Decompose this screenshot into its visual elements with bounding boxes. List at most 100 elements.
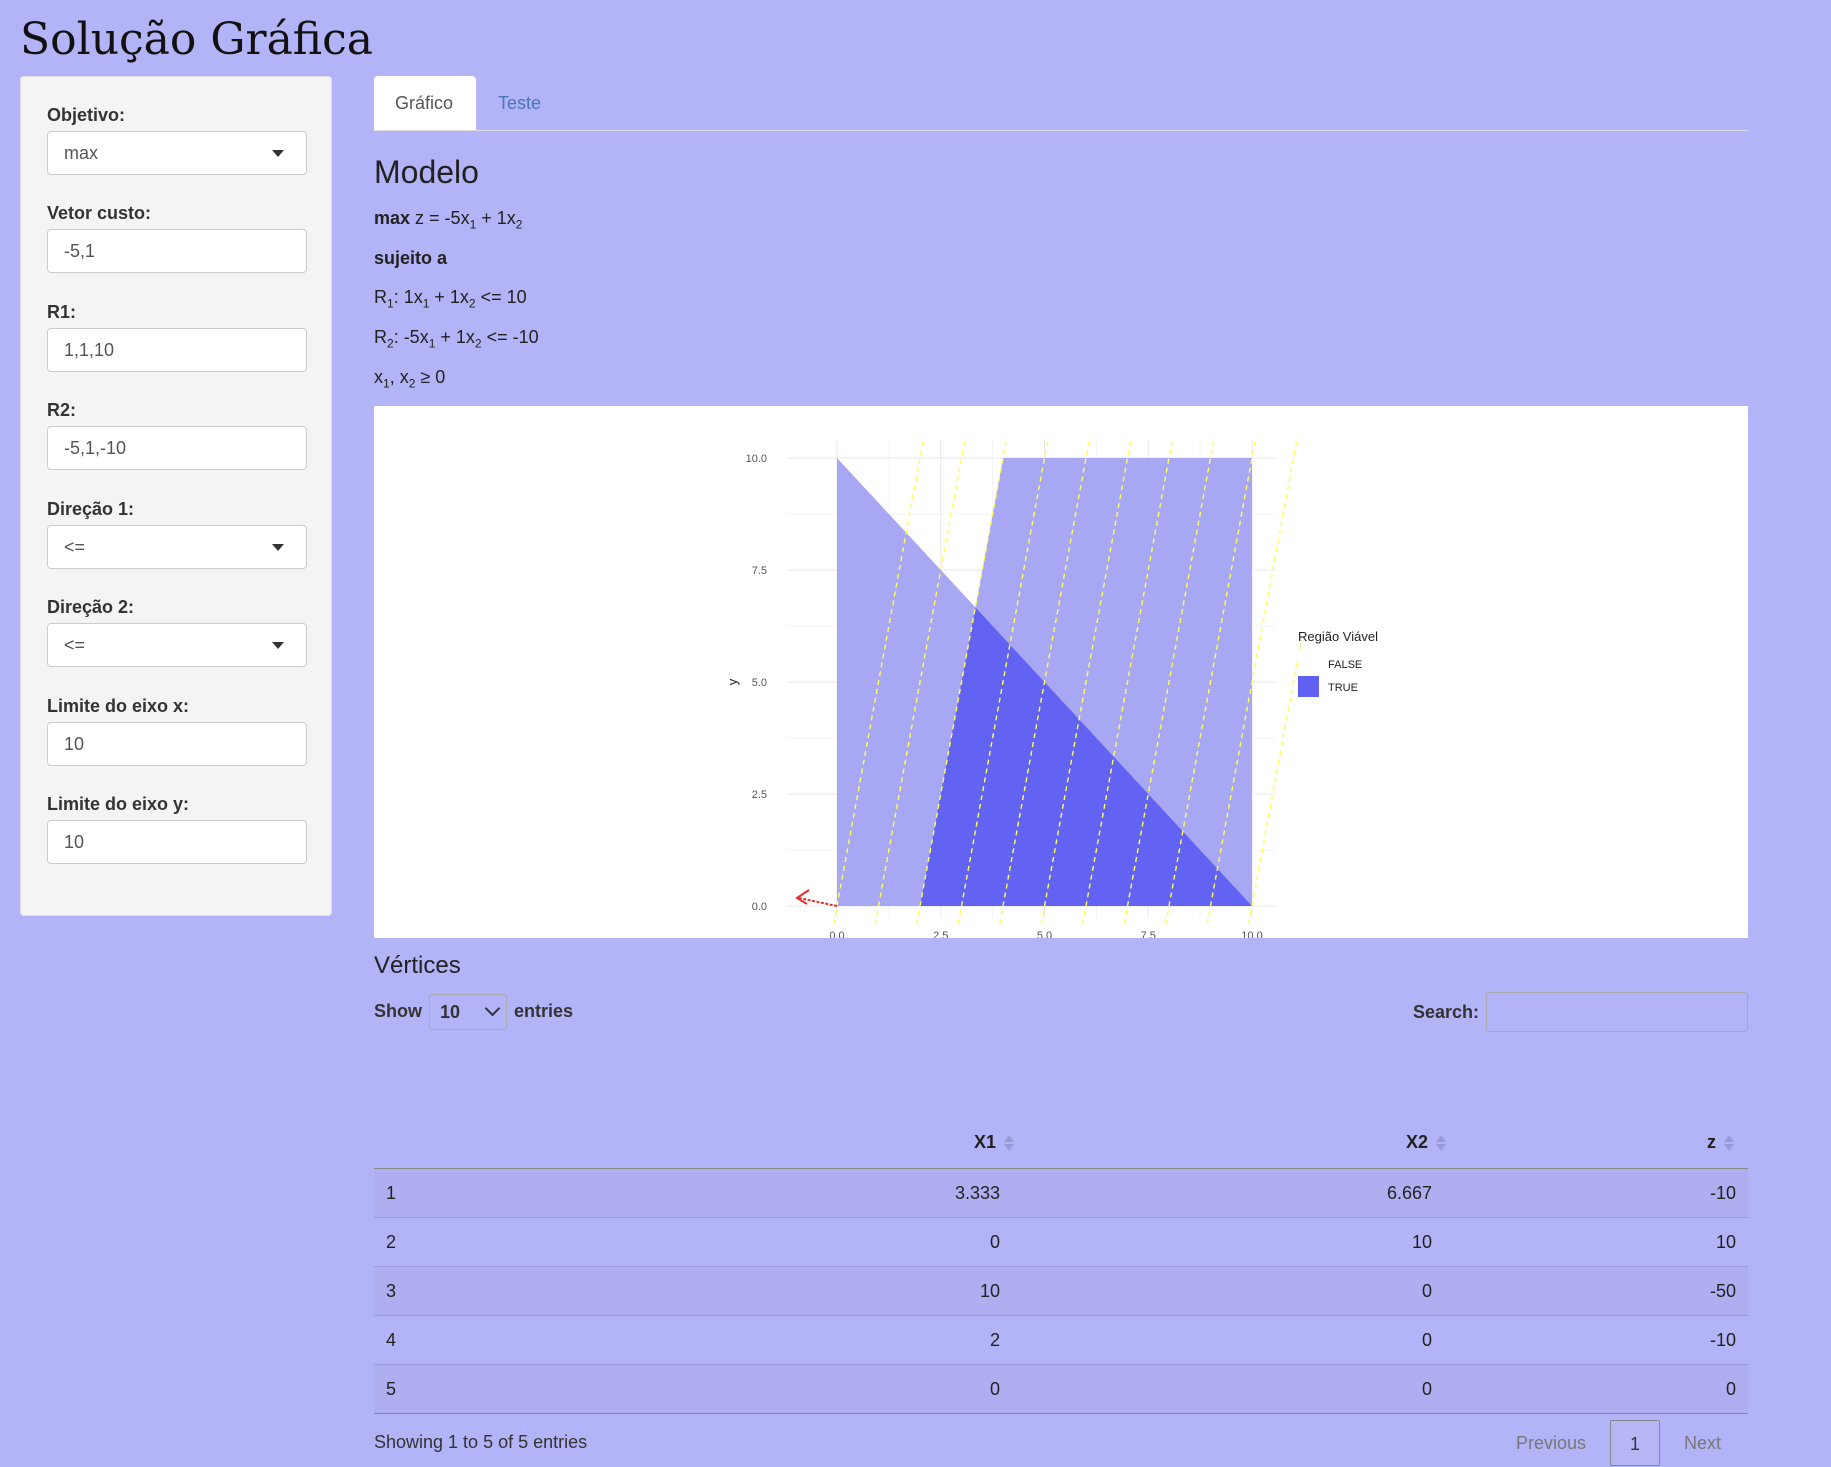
- r1-field: R1: 1,1,10: [47, 302, 307, 372]
- xlim-label: Limite do eixo x:: [47, 696, 190, 716]
- legend-label: TRUE: [1328, 682, 1358, 694]
- r1-label: R1:: [47, 302, 77, 322]
- table-cell: 0: [1028, 1266, 1460, 1316]
- page-1-button[interactable]: 1: [1610, 1420, 1660, 1466]
- xlim-input[interactable]: 10: [47, 722, 307, 766]
- table-cell: 2: [448, 1315, 1028, 1365]
- entries-label: entries: [514, 1000, 574, 1021]
- y-tick-label: 2.5: [752, 789, 767, 801]
- previous-button[interactable]: Previous: [1516, 1420, 1586, 1466]
- x-tick-label: 0.0: [829, 930, 844, 938]
- gradient-arrowhead: [795, 889, 810, 905]
- table-header-row: X1 X2 z: [374, 1116, 1748, 1169]
- dir2-label: Direção 2:: [47, 597, 135, 617]
- search-input[interactable]: [1486, 992, 1748, 1032]
- show-label: Show: [374, 1000, 422, 1021]
- ylim-field: Limite do eixo y: 10: [47, 794, 307, 864]
- dir2-select[interactable]: <=: [47, 623, 307, 667]
- chevron-down-icon: [484, 1000, 501, 1017]
- table-cell: 0: [1460, 1364, 1748, 1414]
- r1-input[interactable]: 1,1,10: [47, 328, 307, 372]
- x-tick-label: 5.0: [1037, 930, 1052, 938]
- table-cell: 10: [1460, 1217, 1748, 1267]
- constraint-r2: R2: -5x1 + 1x2 <= -10: [374, 327, 539, 351]
- next-button[interactable]: Next: [1684, 1420, 1721, 1466]
- model-objective: max z = -5x1 + 1x2: [374, 208, 523, 232]
- search-label: Search:: [1413, 1002, 1480, 1022]
- cost-input[interactable]: -5,1: [47, 229, 307, 273]
- feasible-region-chart: 0.02.55.07.510.00.02.55.07.510.0xyRegião…: [725, 439, 1378, 960]
- constraint-r1: R1: 1x1 + 1x2 <= 10: [374, 287, 527, 311]
- dir1-field: Direção 1: <=: [47, 499, 307, 569]
- tab-grafico[interactable]: Gráfico: [374, 76, 476, 130]
- table-cell: 4: [374, 1315, 448, 1365]
- vertices-table: X1 X2 z 1 3.333 6.667 -10 2 0 10 10 3 10…: [374, 1116, 1748, 1414]
- dir1-select[interactable]: <=: [47, 525, 307, 569]
- table-row: 1 3.333 6.667 -10: [374, 1168, 1748, 1218]
- x-tick-label: 7.5: [1141, 930, 1156, 938]
- pagination: Previous 1 Next: [1516, 1420, 1748, 1466]
- caret-down-icon: [272, 150, 284, 157]
- length-control: Show 10 entries: [374, 994, 573, 1030]
- column-header-x1[interactable]: X1: [448, 1116, 1028, 1169]
- table-cell: -50: [1460, 1266, 1748, 1316]
- table-cell: 0: [1028, 1315, 1460, 1365]
- table-cell: 3: [374, 1266, 448, 1316]
- caret-down-icon: [272, 544, 284, 551]
- table-row: 4 2 0 -10: [374, 1315, 1748, 1365]
- tab-bar: Gráfico Teste: [374, 76, 1748, 131]
- r2-label: R2:: [47, 400, 77, 420]
- objective-keyword: max: [374, 208, 411, 228]
- column-label: z: [1707, 1131, 1716, 1152]
- x-tick-label: 10.0: [1241, 930, 1262, 938]
- table-cell: 0: [448, 1217, 1028, 1267]
- table-cell: 0: [1028, 1364, 1460, 1414]
- table-cell: -10: [1460, 1168, 1748, 1218]
- column-label: X1: [973, 1131, 996, 1152]
- table-cell: 6.667: [1028, 1168, 1460, 1218]
- page-length-value: 10: [440, 1002, 461, 1022]
- legend-title: Região Viável: [1298, 629, 1378, 644]
- sort-icon: [1004, 1134, 1014, 1151]
- column-header-x2[interactable]: X2: [1028, 1116, 1460, 1169]
- objective-rest: z = -5x: [415, 208, 470, 228]
- dir1-label: Direção 1:: [47, 499, 135, 519]
- table-cell: 10: [448, 1266, 1028, 1316]
- table-cell: 3.333: [448, 1168, 1028, 1218]
- tab-teste[interactable]: Teste: [477, 76, 562, 130]
- y-tick-label: 7.5: [752, 565, 767, 577]
- nonneg-text: ≥ 0: [420, 367, 446, 387]
- legend-label: FALSE: [1328, 659, 1362, 671]
- y-tick-label: 5.0: [752, 677, 767, 689]
- model-title: Modelo: [374, 154, 479, 190]
- table-row: 3 10 0 -50: [374, 1266, 1748, 1316]
- column-header-z[interactable]: z: [1460, 1116, 1748, 1169]
- table-info: Showing 1 to 5 of 5 entries: [374, 1432, 588, 1452]
- dir2-value: <=: [64, 635, 86, 655]
- legend-key: [1298, 653, 1319, 674]
- column-header-index: [374, 1116, 448, 1169]
- x-tick-label: 2.5: [933, 930, 948, 938]
- table-cell: 10: [1028, 1217, 1460, 1267]
- objective-value: max: [64, 143, 99, 163]
- page-length-select[interactable]: 10: [429, 994, 508, 1030]
- table-cell: 2: [374, 1217, 448, 1267]
- ylim-input[interactable]: 10: [47, 820, 307, 864]
- legend-key: [1298, 676, 1319, 697]
- sort-icon: [1436, 1134, 1446, 1151]
- table-cell: 1: [374, 1168, 448, 1218]
- objective-select[interactable]: max: [47, 131, 307, 175]
- r2-input[interactable]: -5,1,-10: [47, 426, 307, 470]
- y-axis-label: y: [725, 678, 740, 685]
- subject-to: sujeito a: [374, 248, 448, 268]
- table-cell: 0: [448, 1364, 1028, 1414]
- column-label: X2: [1405, 1131, 1428, 1152]
- sort-icon: [1724, 1134, 1734, 1151]
- table-cell: 5: [374, 1364, 448, 1414]
- dir2-field: Direção 2: <=: [47, 597, 307, 667]
- nonnegativity: x1, x2 ≥ 0: [374, 367, 446, 391]
- objective-field: Objetivo: max: [47, 105, 307, 175]
- xlim-field: Limite do eixo x: 10: [47, 696, 307, 766]
- ylim-label: Limite do eixo y:: [47, 794, 190, 814]
- plot-area: 0.02.55.07.510.00.02.55.07.510.0xyRegião…: [374, 406, 1748, 960]
